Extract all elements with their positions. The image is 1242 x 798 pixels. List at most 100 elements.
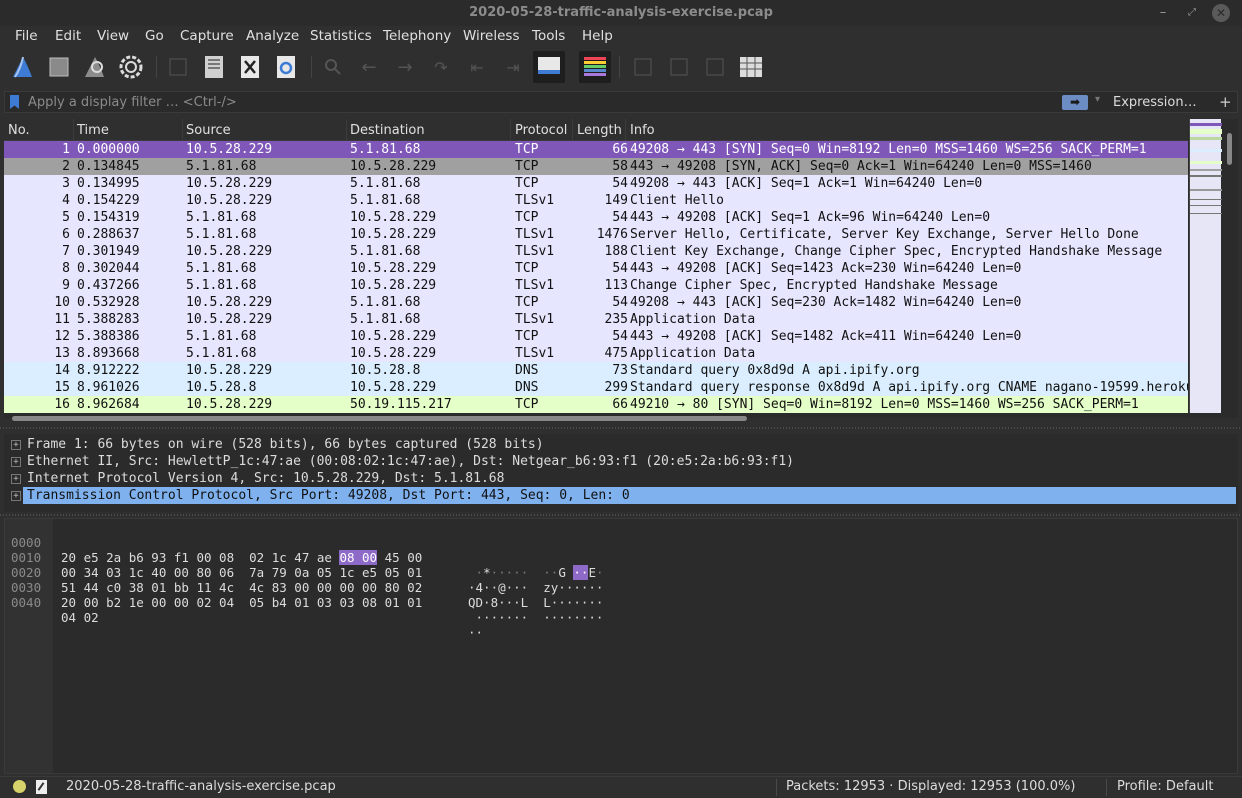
packet-row[interactable]: 14 8.912222 10.5.28.229 10.5.28.8 DNS 73 Stand…	[4, 362, 1188, 379]
add-filter-button[interactable]: +	[1219, 93, 1232, 111]
bytes-row[interactable]: 0040 04 02 ··	[5, 580, 483, 640]
start-capture-icon[interactable]	[9, 53, 37, 81]
packet-row[interactable]: 2 0.134845 5.1.81.68 10.5.28.229 TCP 58 443 → …	[4, 158, 1188, 175]
resize-columns-icon[interactable]	[737, 53, 765, 81]
column-header-time[interactable]: Time	[77, 123, 109, 138]
cell-no: 5	[62, 210, 70, 225]
menu-telephony[interactable]: Telephony	[383, 28, 451, 44]
colorize-icon[interactable]	[579, 51, 611, 83]
packet-list-vertical-scrollbar[interactable]	[1222, 119, 1238, 413]
cell-length: 475	[604, 346, 628, 361]
bytes-hex: 20 e5 2a b6 93 f1 00 08 02 1c 47 ae 08 0…	[61, 550, 423, 565]
packet-row[interactable]: 10 0.532928 10.5.28.229 5.1.81.68 TCP 54 49208…	[4, 294, 1188, 311]
menu-go[interactable]: Go	[145, 28, 164, 44]
packet-row[interactable]: 4 0.154229 10.5.28.229 5.1.81.68 TLSv1 149 Cli…	[4, 192, 1188, 209]
packet-minimap[interactable]	[1189, 119, 1222, 413]
bytes-row[interactable]: 0000 20 e5 2a b6 93 f1 00 08 02 1c 47 ae…	[5, 520, 604, 580]
expand-icon[interactable]: +	[11, 491, 21, 501]
close-file-icon[interactable]	[236, 53, 264, 81]
detail-row-ipv4[interactable]: + Internet Protocol Version 4, Src: 10.5…	[4, 470, 1236, 487]
expression-button[interactable]: Expression…	[1113, 95, 1197, 110]
packet-list-horizontal-scrollbar[interactable]	[4, 415, 1188, 423]
menu-view[interactable]: View	[97, 28, 129, 44]
autoscroll-icon[interactable]	[533, 51, 565, 83]
cell-length: 54	[612, 176, 628, 191]
normal-size-icon[interactable]	[701, 53, 729, 81]
reload-file-icon[interactable]	[272, 53, 300, 81]
packet-row[interactable]: 13 8.893668 5.1.81.68 10.5.28.229 TLSv1 475 Ap…	[4, 345, 1188, 362]
cell-time: 0.154229	[77, 193, 140, 208]
find-packet-icon[interactable]	[319, 53, 347, 81]
detail-row-frame[interactable]: + Frame 1: 66 bytes on wire (528 bits), …	[4, 436, 1236, 453]
open-file-icon[interactable]	[164, 53, 192, 81]
filter-history-dropdown-icon[interactable]: ▾	[1095, 94, 1100, 105]
save-file-icon[interactable]	[200, 53, 228, 81]
expand-icon[interactable]: +	[11, 440, 21, 450]
detail-row-ethernet[interactable]: + Ethernet II, Src: HewlettP_1c:47:ae (0…	[4, 453, 1236, 470]
go-forward-icon[interactable]: →	[391, 53, 419, 81]
packet-row[interactable]: 9 0.437266 5.1.81.68 10.5.28.229 TLSv1 113 Cha…	[4, 277, 1188, 294]
menu-wireless[interactable]: Wireless	[463, 28, 520, 44]
column-header-protocol[interactable]: Protocol	[515, 123, 567, 138]
detail-row-tcp[interactable]: + Transmission Control Protocol, Src Por…	[4, 487, 1236, 504]
status-profile[interactable]: Profile: Default	[1117, 779, 1213, 794]
cell-length: 54	[612, 329, 628, 344]
cell-protocol: TLSv1	[515, 227, 555, 242]
maximize-icon[interactable]: ⤢	[1183, 4, 1201, 22]
bytes-row[interactable]: 0030 20 00 b2 1e 00 00 02 04 05 b4 01 03…	[5, 565, 603, 625]
column-header-destination[interactable]: Destination	[350, 123, 425, 138]
menu-tools[interactable]: Tools	[532, 28, 565, 44]
cell-info: 49208 → 443 [SYN] Seq=0 Win=8192 Len=0 M…	[630, 142, 1147, 157]
packet-row[interactable]: 5 0.154319 5.1.81.68 10.5.28.229 TCP 54 443 → …	[4, 209, 1188, 226]
zoom-out-icon[interactable]	[665, 53, 693, 81]
apply-filter-button[interactable]: ➡	[1062, 95, 1088, 110]
packet-row[interactable]: 15 8.961026 10.5.28.8 10.5.28.229 DNS 299 Stan…	[4, 379, 1188, 396]
expand-icon[interactable]: +	[11, 474, 21, 484]
packet-row[interactable]: 16 8.962684 10.5.28.229 50.19.115.217 TCP 66 4…	[4, 396, 1188, 413]
close-icon[interactable]: ✕	[1212, 4, 1230, 22]
column-header-length[interactable]: Length	[577, 123, 622, 138]
bytes-row[interactable]: 0010 00 34 03 1c 40 00 80 06 7a 79 0a 05…	[5, 535, 603, 595]
capture-comment-icon[interactable]	[36, 780, 47, 794]
stop-capture-icon[interactable]	[45, 53, 73, 81]
cell-source: 10.5.28.229	[186, 363, 273, 378]
status-bar: 2020-05-28-traffic-analysis-exercise.pca…	[0, 776, 1242, 798]
packet-list: No. Time Source Destination Protocol Len…	[4, 119, 1238, 421]
cell-time: 5.388386	[77, 329, 140, 344]
packet-row[interactable]: 12 5.388386 5.1.81.68 10.5.28.229 TCP 54 443 →…	[4, 328, 1188, 345]
go-back-icon[interactable]: ←	[355, 53, 383, 81]
title-bar: 2020-05-28-traffic-analysis-exercise.pca…	[0, 0, 1242, 26]
packet-row[interactable]: 11 5.388283 10.5.28.229 5.1.81.68 TLSv1 235 Ap…	[4, 311, 1188, 328]
menu-file[interactable]: File	[15, 28, 38, 44]
menu-analyze[interactable]: Analyze	[246, 28, 299, 44]
first-packet-icon[interactable]: ⇤	[463, 53, 491, 81]
packet-row[interactable]: 6 0.288637 5.1.81.68 10.5.28.229 TLSv1 1476 Se…	[4, 226, 1188, 243]
filter-bookmark-icon[interactable]	[10, 95, 19, 109]
menu-statistics[interactable]: Statistics	[310, 28, 372, 44]
restart-capture-icon[interactable]	[81, 53, 109, 81]
last-packet-icon[interactable]: ⇥	[499, 53, 527, 81]
column-header-source[interactable]: Source	[186, 123, 231, 138]
cell-length: 113	[604, 278, 628, 293]
minimize-icon[interactable]: –	[1154, 4, 1172, 22]
bytes-row[interactable]: 0020 51 44 c0 38 01 bb 11 4c 4c 83 00 00…	[5, 550, 603, 610]
pane-splitter-top[interactable]	[0, 425, 1242, 431]
menu-help[interactable]: Help	[582, 28, 613, 44]
capture-options-icon[interactable]	[117, 53, 145, 81]
display-filter-input[interactable]: Apply a display filter … <Ctrl-/>	[28, 95, 237, 110]
menu-capture[interactable]: Capture	[180, 28, 234, 44]
expand-icon[interactable]: +	[11, 457, 21, 467]
column-header-no[interactable]: No.	[8, 123, 30, 138]
packet-row[interactable]: 7 0.301949 10.5.28.229 5.1.81.68 TLSv1 188 Cli…	[4, 243, 1188, 260]
packet-row[interactable]: 8 0.302044 5.1.81.68 10.5.28.229 TCP 54 443 → …	[4, 260, 1188, 277]
zoom-in-icon[interactable]	[629, 53, 657, 81]
cell-no: 4	[62, 193, 70, 208]
menu-edit[interactable]: Edit	[55, 28, 81, 44]
column-header-info[interactable]: Info	[630, 123, 655, 138]
menu-bar: File Edit View Go Capture Analyze Statis…	[0, 26, 1242, 48]
packet-row[interactable]: 1 0.000000 10.5.28.229 5.1.81.68 TCP 66 49208 …	[4, 141, 1188, 158]
expert-info-icon[interactable]	[13, 780, 26, 793]
packet-row[interactable]: 3 0.134995 10.5.28.229 5.1.81.68 TCP 54 49208 …	[4, 175, 1188, 192]
cell-time: 8.962684	[77, 397, 140, 412]
go-to-packet-icon[interactable]: ↷	[427, 53, 455, 81]
